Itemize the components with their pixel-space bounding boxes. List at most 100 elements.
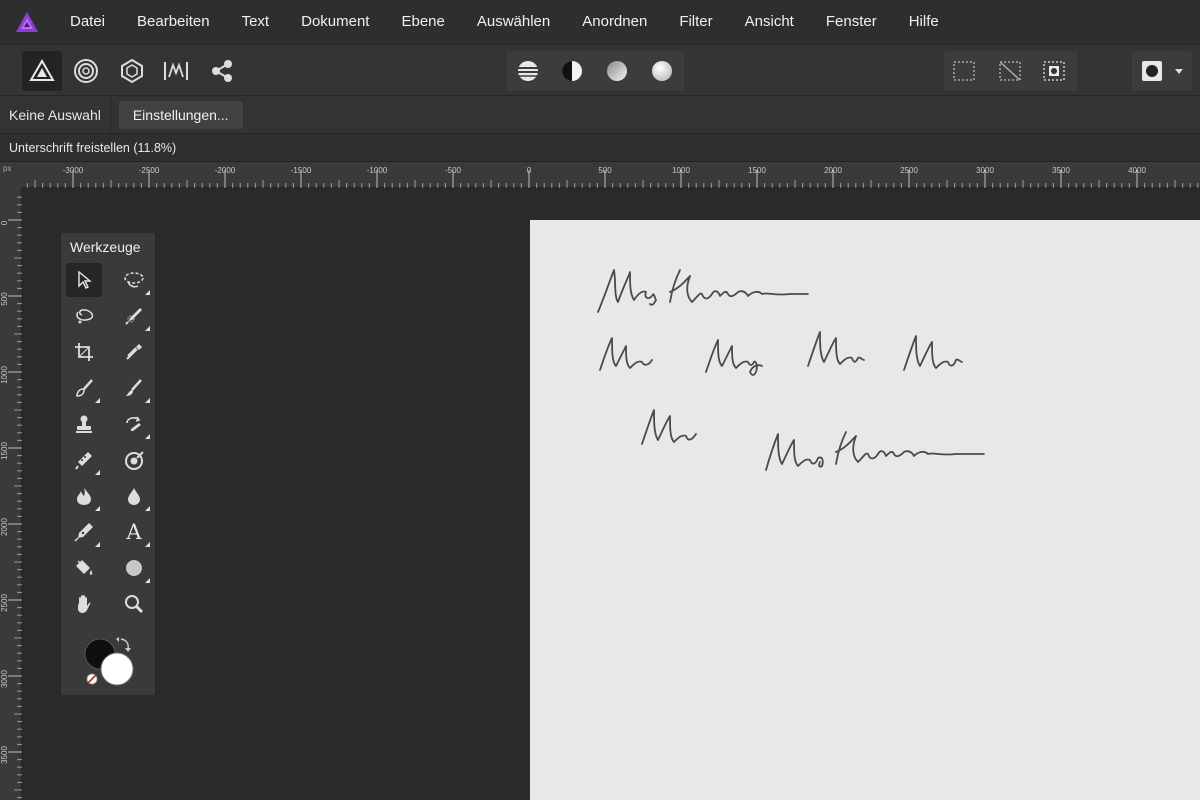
- auto-contrast-icon[interactable]: [552, 51, 592, 91]
- ruler-label: -2000: [215, 166, 236, 175]
- shape-tool-icon[interactable]: [116, 551, 152, 585]
- affinity-photo-window: Datei Bearbeiten Text Dokument Ebene Aus…: [0, 0, 1200, 800]
- menu-dokument[interactable]: Dokument: [285, 0, 385, 44]
- ruler-label: -500: [445, 166, 462, 175]
- red-eye-tool-icon[interactable]: [116, 443, 152, 477]
- document-page[interactable]: [530, 220, 1200, 800]
- paint-brush-tool-icon[interactable]: [66, 371, 102, 405]
- context-toolbar: Keine Auswahl Einstellungen...: [0, 95, 1200, 134]
- quick-mask-icon[interactable]: [1132, 51, 1172, 91]
- artistic-text-tool-icon[interactable]: A: [116, 515, 152, 549]
- menu-fenster[interactable]: Fenster: [810, 0, 893, 44]
- clone-stamp-tool-icon[interactable]: [66, 407, 102, 441]
- ruler-corner[interactable]: px: [0, 162, 22, 188]
- ruler-horizontal[interactable]: -3000 -2500 -2000 -1500 -1000 -500 0 500 1000 150…: [22, 162, 1200, 188]
- subtools-indicator: [145, 542, 150, 547]
- ruler-label: 2000: [0, 518, 9, 536]
- menu-datei[interactable]: Datei: [54, 0, 121, 44]
- develop-persona-icon[interactable]: [112, 51, 152, 91]
- tool-grid: A: [66, 263, 152, 621]
- affinity-photo-logo-icon[interactable]: [0, 0, 54, 44]
- fill-tool-icon[interactable]: [66, 551, 102, 585]
- subtools-indicator: [95, 542, 100, 547]
- menu-anordnen[interactable]: Anordnen: [566, 0, 663, 44]
- handwritten-signatures-image: [597, 269, 985, 471]
- ruler-vertical[interactable]: 0 500 1000 1500 2000 2500 3000 3500: [0, 188, 22, 800]
- no-color-icon[interactable]: [86, 673, 98, 685]
- ruler-label: 2000: [824, 166, 842, 175]
- color-picker-tool-icon[interactable]: [116, 299, 152, 333]
- auto-colors-icon[interactable]: [597, 51, 637, 91]
- tools-panel-title: Werkzeuge: [70, 239, 141, 255]
- secondary-color-swatch[interactable]: [100, 652, 134, 686]
- document-tab[interactable]: Unterschrift freistellen (11.8%): [0, 134, 1200, 162]
- menu-text[interactable]: Text: [226, 0, 286, 44]
- hand-tool-icon[interactable]: [66, 587, 102, 621]
- ruler-label: 3000: [0, 670, 9, 688]
- ruler-vertical-ticks: 0 500 1000 1500 2000 2500 3000 3500: [0, 196, 22, 799]
- subtools-indicator: [145, 578, 150, 583]
- zoom-tool-icon[interactable]: [116, 587, 152, 621]
- ruler-label: 1500: [748, 166, 766, 175]
- freehand-selection-tool-icon[interactable]: [66, 299, 102, 333]
- menu-bearbeiten[interactable]: Bearbeiten: [121, 0, 226, 44]
- auto-white-balance-icon[interactable]: [642, 51, 682, 91]
- ruler-unit: px: [3, 164, 12, 173]
- export-persona-icon[interactable]: [202, 51, 242, 91]
- ruler-label: 500: [0, 292, 9, 306]
- menu-bar: Datei Bearbeiten Text Dokument Ebene Aus…: [0, 0, 1200, 44]
- invert-selection-icon[interactable]: [1034, 51, 1074, 91]
- subtools-indicator: [145, 398, 150, 403]
- ruler-horizontal-ticks: -3000 -2500 -2000 -1500 -1000 -500 0 500 1000 150…: [26, 166, 1199, 188]
- subtools-indicator: [145, 434, 150, 439]
- menu-hilfe[interactable]: Hilfe: [893, 0, 955, 44]
- photo-persona-icon[interactable]: [22, 51, 62, 91]
- undo-brush-tool-icon[interactable]: [116, 407, 152, 441]
- ruler-label: 0: [0, 220, 9, 225]
- brush-tool-icon[interactable]: [116, 371, 152, 405]
- ruler-label: 3500: [1052, 166, 1070, 175]
- healing-brush-tool-icon[interactable]: [66, 443, 102, 477]
- menu-auswaehlen[interactable]: Auswählen: [461, 0, 566, 44]
- document-title: Unterschrift freistellen (11.8%): [9, 141, 177, 155]
- menu-ansicht[interactable]: Ansicht: [729, 0, 810, 44]
- liquify-persona-icon[interactable]: [66, 51, 106, 91]
- selection-brush-tool-icon[interactable]: [116, 263, 152, 297]
- subtools-indicator: [95, 398, 100, 403]
- subtools-indicator: [95, 470, 100, 475]
- ruler-label: -3000: [63, 166, 84, 175]
- ruler-label: 3500: [0, 746, 9, 764]
- ruler-label: 1000: [672, 166, 690, 175]
- text-tool-glyph: A: [126, 520, 142, 544]
- menu-filter[interactable]: Filter: [663, 0, 728, 44]
- move-tool-icon[interactable]: [66, 263, 102, 297]
- ruler-label: -1500: [291, 166, 312, 175]
- ruler-label: 500: [598, 166, 612, 175]
- ruler-label: 2500: [0, 594, 9, 612]
- swap-colors-icon[interactable]: [116, 637, 131, 652]
- deselect-icon[interactable]: [990, 51, 1030, 91]
- auto-levels-icon[interactable]: [508, 51, 548, 91]
- ruler-label: -2500: [139, 166, 160, 175]
- blur-tool-icon[interactable]: [116, 479, 152, 513]
- subtools-indicator: [95, 506, 100, 511]
- pen-tool-icon[interactable]: [66, 515, 102, 549]
- ruler-label: 1500: [0, 442, 9, 460]
- marquee-select-icon[interactable]: [944, 51, 984, 91]
- subtools-indicator: [145, 290, 150, 295]
- ruler-label: 4000: [1128, 166, 1146, 175]
- subtools-indicator: [145, 326, 150, 331]
- chevron-down-icon[interactable]: [1168, 51, 1190, 91]
- settings-button[interactable]: Einstellungen...: [118, 100, 243, 129]
- crop-tool-icon[interactable]: [66, 335, 102, 369]
- ruler-label: -1000: [367, 166, 388, 175]
- menu-ebene[interactable]: Ebene: [385, 0, 460, 44]
- burn-tool-icon[interactable]: [66, 479, 102, 513]
- canvas-area[interactable]: [22, 188, 1200, 800]
- selection-status: Keine Auswahl: [0, 95, 111, 134]
- ruler-label: 0: [527, 166, 532, 175]
- tone-mapping-persona-icon[interactable]: [156, 51, 196, 91]
- ruler-label: 2500: [900, 166, 918, 175]
- tools-panel[interactable]: Werkzeuge A: [60, 232, 156, 696]
- eyedropper-tool-icon[interactable]: [116, 335, 152, 369]
